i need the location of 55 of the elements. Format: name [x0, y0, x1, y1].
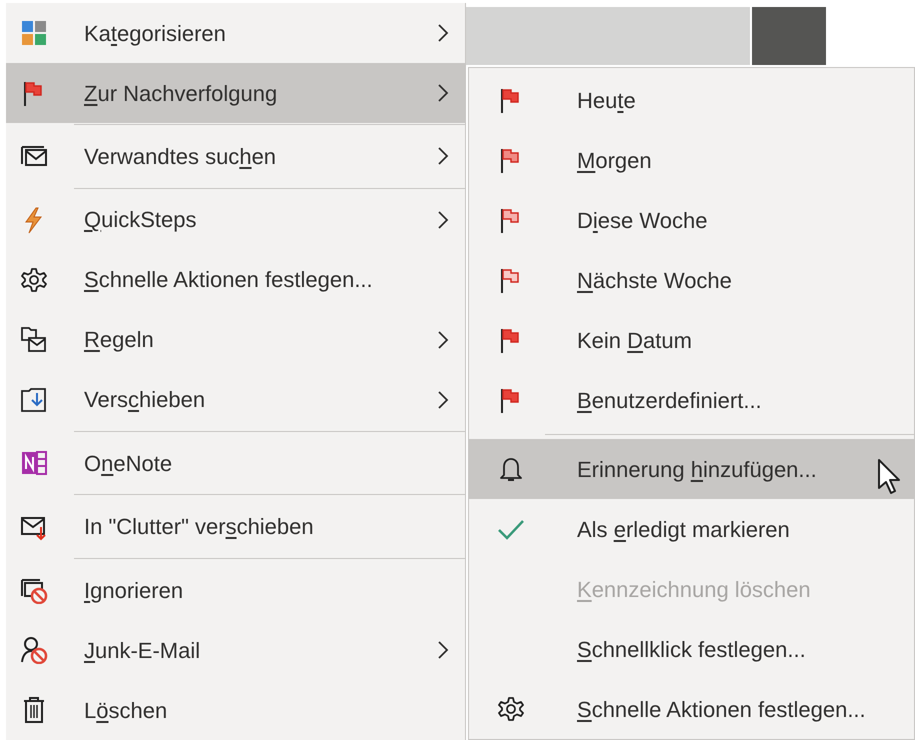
menu-item[interactable]: Heute — [469, 70, 914, 130]
settings-icon — [497, 695, 525, 723]
menu-item-label: Schnelle Aktionen festlegen... — [577, 696, 866, 724]
menu-item-label: Heute — [577, 86, 636, 114]
settings-icon — [20, 266, 48, 294]
notebook-icon — [20, 449, 48, 478]
menu-item-label: Kennzeichnung löschen — [577, 576, 811, 604]
menu-item-label: Kategorisieren — [84, 20, 226, 48]
mouse-pointer-icon — [877, 458, 903, 496]
menu-item[interactable]: Ignorieren — [6, 560, 465, 620]
menu-item-label: Als erledigt markieren — [577, 516, 790, 544]
menu-item[interactable]: Kein Datum — [469, 310, 914, 370]
menu-item-label: Regeln — [84, 326, 154, 354]
menu-item[interactable]: Diese Woche — [469, 190, 914, 250]
menu-item[interactable]: Erinnerung hinzufügen... — [469, 439, 914, 499]
menu-item[interactable]: Regeln — [6, 310, 465, 370]
menu-item-label: Benutzerdefiniert... — [577, 386, 762, 414]
menu-item-label: Ignorieren — [84, 576, 184, 605]
menu-item-label: Verwandtes suchen — [84, 142, 276, 171]
categories-icon — [20, 19, 48, 47]
blocked-mail-icon — [20, 576, 48, 604]
menu-item[interactable]: Morgen — [469, 130, 914, 190]
menu-item[interactable]: OneNote — [6, 433, 465, 494]
menu-item-label: QuickSteps — [84, 206, 197, 234]
folder-mail-icon — [20, 326, 48, 354]
menu-item[interactable]: Kategorisieren — [6, 3, 465, 63]
menu-item[interactable]: QuickSteps — [6, 190, 465, 250]
menu-item-label: Kein Datum — [577, 326, 692, 354]
menu-item-label: Schnellklick festlegen... — [577, 636, 806, 664]
menu-item-label: Schnelle Aktionen festlegen... — [84, 266, 373, 294]
menu-item-label: Nächste Woche — [577, 266, 732, 294]
menu-item[interactable]: Zur Nachverfolgung — [6, 63, 465, 123]
menu-item[interactable]: Schnelle Aktionen festlegen... — [6, 250, 465, 310]
menu-item-label: Junk-E-Mail — [84, 636, 200, 665]
menu-item-label: Löschen — [84, 696, 168, 725]
menu-item[interactable]: Schnelle Aktionen festlegen... — [469, 679, 914, 739]
bell-icon — [497, 455, 525, 483]
menu-item[interactable]: Benutzerdefiniert... — [469, 370, 914, 430]
menu-item[interactable]: Als erledigt markieren — [469, 499, 914, 559]
menu-item-label: Diese Woche — [577, 206, 708, 234]
blocked-person-icon — [20, 636, 48, 664]
menu-item-label: Zur Nachverfolgung — [84, 80, 278, 108]
menu-item[interactable]: Verschieben — [6, 370, 465, 430]
menu-item[interactable]: Verwandtes suchen — [6, 126, 465, 186]
folder-arrow-icon — [20, 386, 48, 414]
menu-item-label: Erinnerung hinzufügen... — [577, 456, 817, 484]
menu-item-label: OneNote — [84, 450, 172, 478]
menu-item-label: In "Clutter" verschieben — [84, 513, 314, 542]
menu-item-label: Verschieben — [84, 386, 206, 414]
menu-item[interactable]: Schnellklick festlegen... — [469, 619, 914, 679]
menu-item[interactable]: In "Clutter" verschieben — [6, 496, 465, 557]
menu-item[interactable]: Löschen — [6, 680, 465, 740]
menu-item[interactable]: Junk-E-Mail — [6, 620, 465, 680]
menu-item[interactable]: Nächste Woche — [469, 250, 914, 310]
menu-item-label: Morgen — [577, 146, 652, 175]
